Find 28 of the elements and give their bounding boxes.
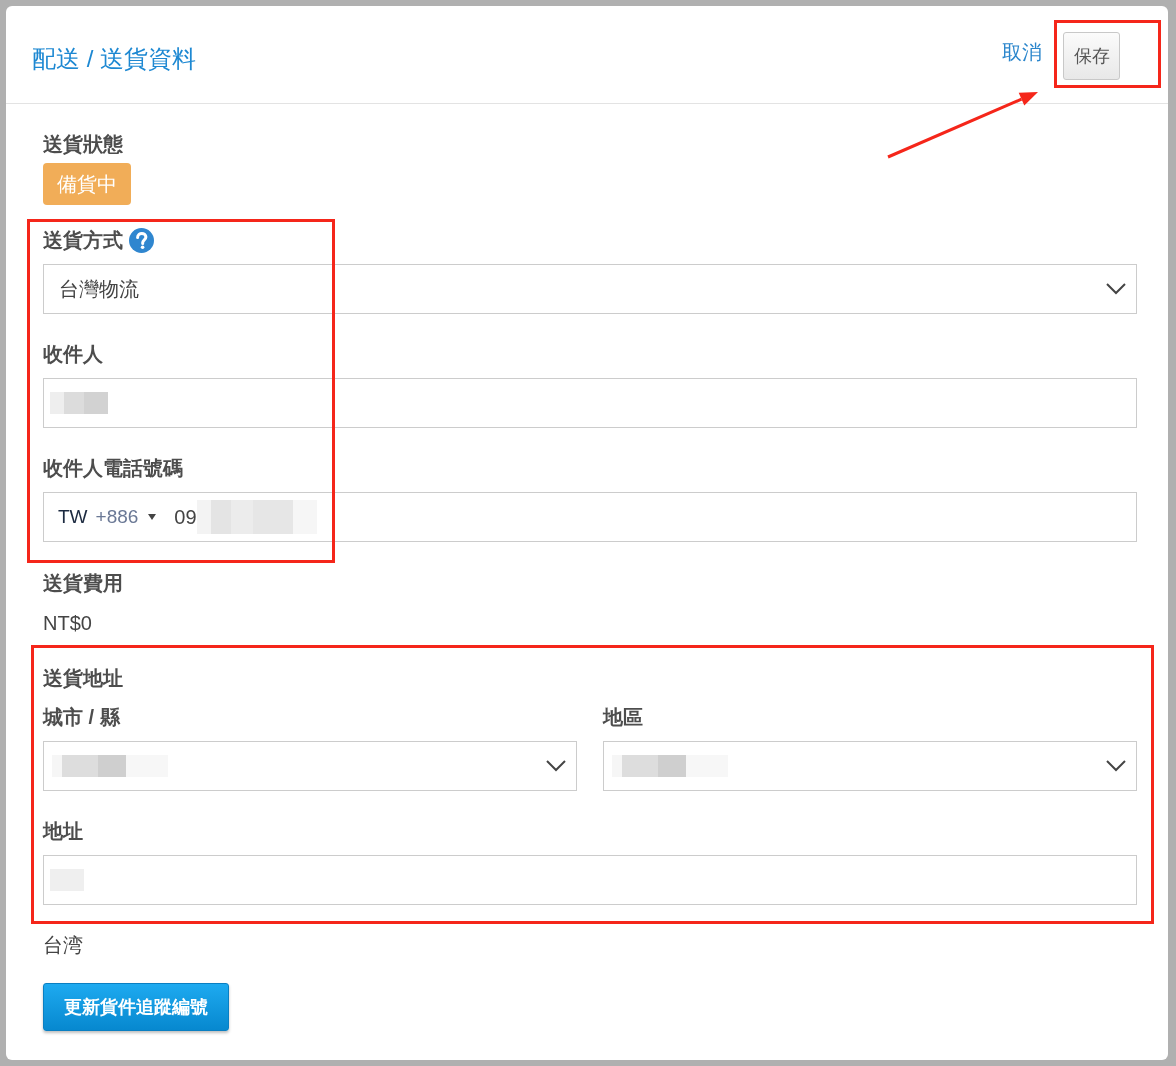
input-field[interactable] [43,855,1137,905]
field-label: 地址 [43,819,83,844]
phone-number-value: 09 [174,505,197,529]
dropdown[interactable] [43,741,577,791]
caret-down-icon [148,514,157,520]
field-label: 送貨狀態 [43,132,123,157]
input-field[interactable] [43,378,1137,428]
cancel-link[interactable]: 取消 [1002,39,1042,66]
field-label: 收件人 [43,342,103,367]
country-text: 台湾 [43,934,83,956]
field-label: 城市 / 縣 [43,705,120,730]
chevron-down-icon [1106,283,1126,295]
phone-field[interactable]: TW +886 09 [43,492,1137,542]
field-label: 收件人電話號碼 [43,456,183,481]
field-label: 地區 [603,705,643,730]
field-label: 送貨費用 [43,571,123,596]
fee-amount: NT$0 [43,611,92,636]
dropdown[interactable] [603,741,1137,791]
status-badge: 備貨中 [43,163,131,205]
chevron-down-icon [546,760,566,772]
help-icon[interactable] [129,227,154,253]
dropdown[interactable]: 台灣物流 [43,264,1137,314]
page-title: 配送 / 送貨資料 [32,44,196,72]
save-button[interactable]: 保存 [1063,32,1120,80]
section-heading: 送貨地址 [43,667,123,689]
field-label: 送貨方式 [43,228,123,253]
chevron-down-icon [1106,760,1126,772]
country-code-dropdown[interactable]: TW +886 [58,506,157,528]
